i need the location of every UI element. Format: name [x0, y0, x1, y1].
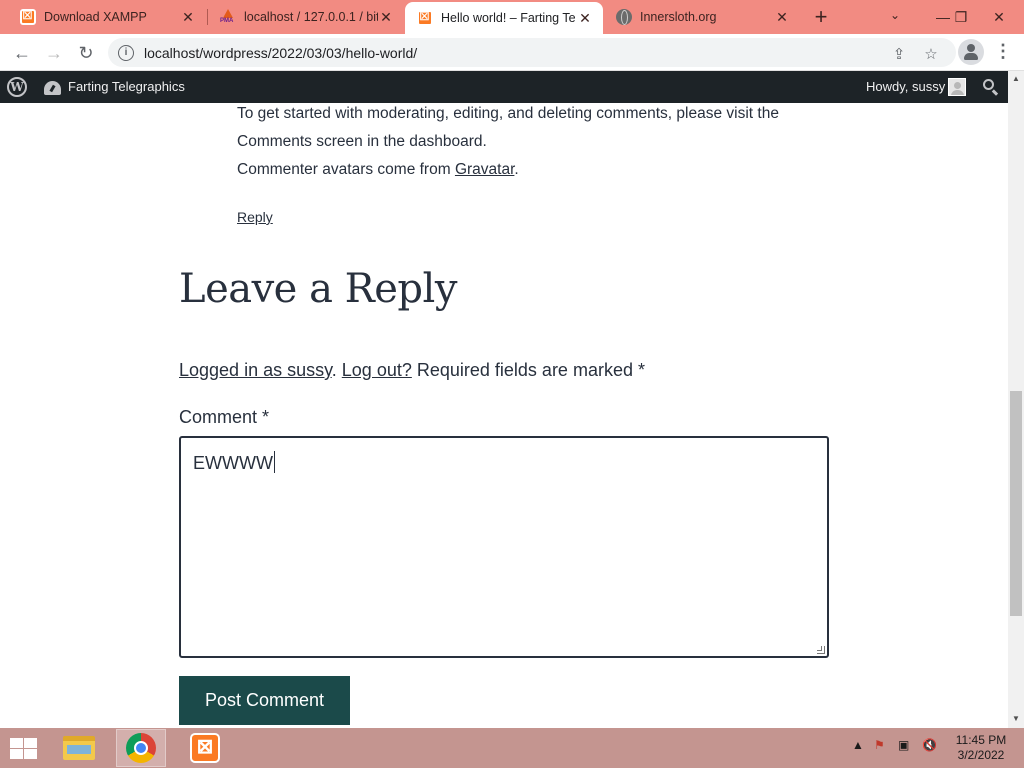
restore-icon[interactable]: ❐: [944, 0, 978, 34]
clock-date: 3/2/2022: [957, 748, 1005, 762]
chrome-icon: [126, 733, 156, 763]
tab-hello-world[interactable]: Hello world! – Farting Te ✕: [405, 2, 603, 34]
scroll-up-arrow-icon[interactable]: ▲: [1012, 74, 1020, 83]
search-icon[interactable]: [982, 78, 1000, 96]
xampp-icon: [20, 7, 36, 25]
system-clock[interactable]: 11:45 PM 3/2/2022: [950, 733, 1012, 763]
browser-menu-icon[interactable]: ⋮: [994, 40, 1012, 64]
tab-innersloth[interactable]: Innersloth.org ✕: [604, 0, 800, 34]
reply-link[interactable]: Reply: [237, 209, 273, 225]
page-content: To get started with moderating, editing,…: [0, 103, 1008, 728]
comment-text-line: Comments screen in the dashboard.: [237, 133, 487, 150]
avatars-suffix: .: [514, 161, 519, 178]
folder-icon: [63, 736, 95, 760]
window-close-icon[interactable]: ✕: [982, 0, 1016, 34]
comment-label: Comment *: [179, 407, 270, 427]
tab-search-chevron-icon[interactable]: ⌄: [890, 8, 900, 22]
comment-value: EWWWW: [193, 453, 273, 473]
tab-strip: Download XAMPP ✕ PMA localhost / 127.0.0…: [0, 0, 1024, 34]
tab-download-xampp[interactable]: Download XAMPP ✕: [8, 0, 206, 34]
clock-time: 11:45 PM: [955, 733, 1007, 747]
wordpress-logo-icon[interactable]: W: [7, 77, 27, 97]
close-icon[interactable]: ✕: [774, 9, 790, 25]
site-name-link[interactable]: Farting Telegraphics: [68, 79, 185, 94]
chrome-taskbar-button[interactable]: [116, 729, 166, 767]
bookmark-star-icon[interactable]: ☆: [920, 43, 942, 65]
xampp-icon: [417, 8, 433, 26]
network-icon[interactable]: ▣: [898, 738, 909, 752]
xampp-icon: ⊠: [190, 733, 220, 763]
volume-muted-icon[interactable]: 🔇: [922, 738, 937, 752]
windows-taskbar: ⊠ ▲ ⚑ ▣ 🔇 11:45 PM 3/2/2022: [0, 728, 1024, 768]
profile-avatar-icon[interactable]: [958, 39, 984, 65]
close-icon[interactable]: ✕: [378, 9, 394, 25]
tab-title: Hello world! – Farting Te: [441, 11, 576, 25]
tab-title: localhost / 127.0.0.1 / bit: [244, 10, 378, 24]
comment-text-line: To get started with moderating, editing,…: [237, 105, 779, 122]
close-icon[interactable]: ✕: [577, 10, 593, 26]
reload-button[interactable]: ↻: [72, 39, 100, 67]
xampp-taskbar-button[interactable]: ⊠: [180, 729, 230, 767]
url-text: localhost/wordpress/2022/03/03/hello-wor…: [144, 44, 418, 61]
logout-link[interactable]: Log out?: [342, 360, 412, 380]
avatars-prefix: Commenter avatars come from: [237, 161, 455, 178]
dashboard-icon[interactable]: [44, 79, 61, 95]
browser-toolbar: ← → ↻ i localhost/wordpress/2022/03/03/h…: [0, 34, 1024, 71]
new-tab-button[interactable]: +: [808, 4, 834, 30]
comment-avatars-line: Commenter avatars come from Gravatar.: [237, 161, 519, 179]
howdy-user-link[interactable]: Howdy, sussy: [866, 79, 945, 94]
globe-icon: [616, 9, 632, 25]
user-avatar[interactable]: [948, 78, 966, 96]
scroll-down-arrow-icon[interactable]: ▼: [1012, 714, 1020, 723]
action-center-flag-icon[interactable]: ⚑: [874, 738, 885, 752]
tab-title: Innersloth.org: [640, 10, 717, 24]
required-note: Required fields are marked *: [411, 360, 645, 380]
resize-handle-icon[interactable]: [817, 646, 825, 654]
windows-start-icon[interactable]: [8, 736, 38, 760]
tab-phpmyadmin[interactable]: PMA localhost / 127.0.0.1 / bit ✕: [208, 0, 404, 34]
logged-in-link[interactable]: Logged in as sussy: [179, 360, 332, 380]
forward-button[interactable]: →: [40, 39, 68, 67]
text-caret: [273, 451, 276, 473]
reply-form-title: Leave a Reply: [179, 266, 457, 312]
logged-in-line: Logged in as sussy. Log out? Required fi…: [179, 360, 645, 381]
page-scrollbar[interactable]: ▲ ▼: [1008, 71, 1024, 728]
gravatar-link[interactable]: Gravatar: [455, 161, 514, 178]
address-bar[interactable]: i localhost/wordpress/2022/03/03/hello-w…: [108, 38, 956, 67]
logged-in-sep: .: [331, 360, 342, 380]
back-button[interactable]: ←: [8, 39, 36, 67]
file-explorer-taskbar-button[interactable]: [54, 729, 104, 767]
share-icon[interactable]: ⇪: [888, 43, 910, 65]
tab-title: Download XAMPP: [44, 10, 147, 24]
scrollbar-thumb[interactable]: [1010, 391, 1022, 616]
tray-expand-icon[interactable]: ▲: [852, 738, 864, 752]
post-comment-button[interactable]: Post Comment: [179, 676, 350, 725]
wp-admin-bar: W Farting Telegraphics Howdy, sussy: [0, 71, 1008, 103]
close-icon[interactable]: ✕: [180, 9, 196, 25]
phpmyadmin-icon: PMA: [220, 9, 236, 25]
info-icon[interactable]: i: [118, 44, 134, 61]
comment-textarea[interactable]: EWWWW: [179, 436, 829, 658]
